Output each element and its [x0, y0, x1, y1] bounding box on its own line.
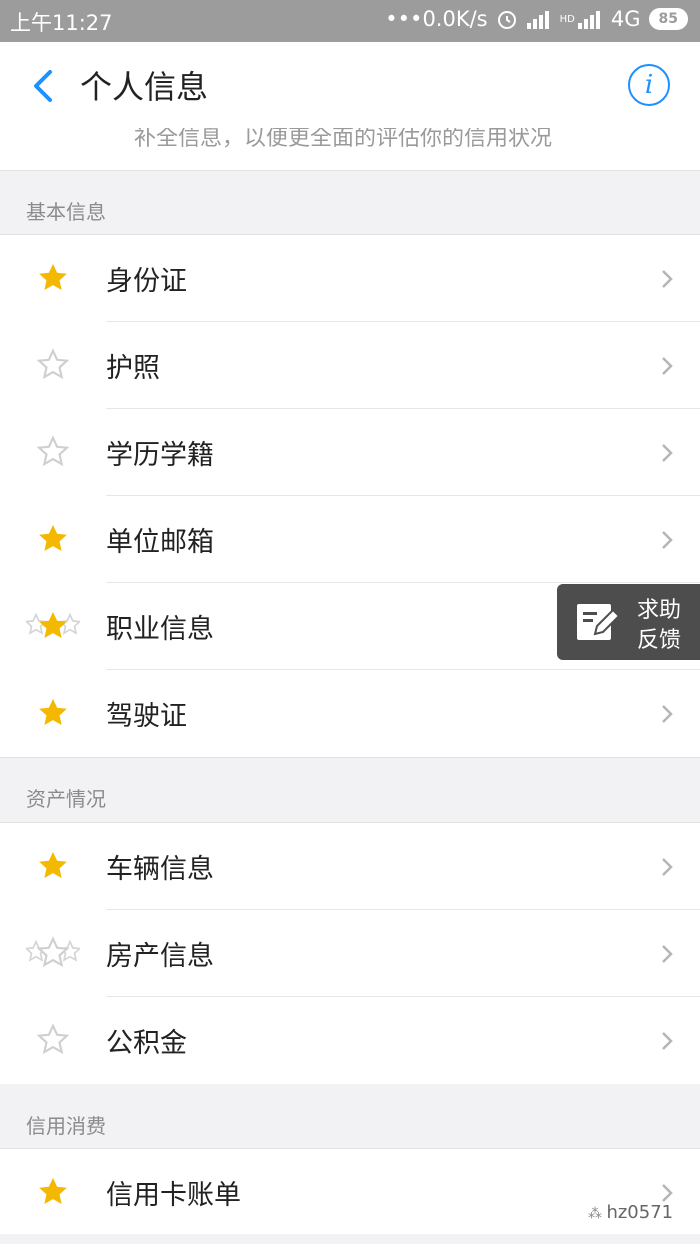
edit-note-icon [577, 604, 621, 640]
list-item-label: 护照 [106, 353, 160, 384]
network-speed: •••0.0K/s [385, 7, 488, 31]
chevron-right-icon [662, 705, 673, 723]
help-feedback-button[interactable]: 求助 反馈 [557, 584, 700, 660]
star-filled-icon [39, 263, 67, 291]
star-empty-icon [36, 348, 70, 380]
section-label: 资产情况 [26, 787, 106, 811]
list-item-work-email[interactable]: 单位邮箱 [0, 496, 700, 583]
chevron-right-icon [662, 1032, 673, 1050]
star-filled-icon [39, 698, 67, 726]
wechat-icon: ⁂ [588, 1206, 607, 1222]
list-item-label: 学历学籍 [106, 440, 214, 471]
chevron-right-icon [662, 945, 673, 963]
list-item-label: 驾驶证 [106, 701, 187, 732]
star-empty-icon [36, 1023, 70, 1055]
hint-text: 补全信息，以便更全面的评估你的信用状况 [134, 128, 553, 151]
star-filled-icon [39, 1177, 67, 1205]
list-item-label: 房产信息 [106, 941, 214, 972]
section-label: 信用消费 [26, 1114, 106, 1138]
section-basic-list: 身份证 护照 学历学籍 单位邮箱 职业信息 驾驶证 [0, 234, 700, 758]
list-item-label: 车辆信息 [106, 854, 214, 885]
nav-bar: 个人信息 i [0, 42, 700, 129]
chevron-right-icon [662, 1184, 673, 1202]
chevron-right-icon [662, 444, 673, 462]
star-filled-icon [39, 524, 67, 552]
signal-icon [526, 11, 549, 29]
list-item-passport[interactable]: 护照 [0, 322, 700, 409]
list-item-label: 单位邮箱 [106, 527, 214, 558]
star-multi-empty-icon [26, 936, 80, 968]
back-arrow-icon[interactable] [24, 66, 60, 106]
star-empty-icon [36, 435, 70, 467]
signal-icon-2 [577, 11, 600, 29]
chevron-right-icon [662, 858, 673, 876]
list-item-vehicle[interactable]: 车辆信息 [0, 823, 700, 910]
hint-text-container: 补全信息，以便更全面的评估你的信用状况 [0, 128, 700, 171]
list-item-housing-fund[interactable]: 公积金 [0, 997, 700, 1084]
alarm-icon [497, 11, 516, 29]
list-item-property[interactable]: 房产信息 [0, 910, 700, 997]
section-assets-list: 车辆信息 房产信息 公积金 [0, 822, 700, 1085]
hd-label: HD [559, 13, 575, 25]
list-item-id-card[interactable]: 身份证 [0, 235, 700, 322]
section-header-assets: 资产情况 [0, 758, 700, 822]
fab-label-line2: 反馈 [637, 628, 682, 653]
section-label: 基本信息 [26, 200, 106, 224]
chevron-right-icon [662, 531, 673, 549]
list-item-label: 信用卡账单 [106, 1180, 241, 1211]
info-icon[interactable]: i [628, 64, 670, 106]
status-time: 上午11:27 [10, 11, 113, 35]
list-item-label: 职业信息 [106, 614, 214, 645]
chevron-right-icon [662, 270, 673, 288]
fab-label-line1: 求助 [637, 598, 682, 623]
star-multi-icon [26, 611, 80, 639]
chevron-right-icon [662, 357, 673, 375]
page-title: 个人信息 [80, 68, 209, 106]
status-bar: 上午11:27 •••0.0K/s HD 4G 85 [0, 0, 700, 42]
list-item-label: 身份证 [106, 266, 187, 297]
star-filled-icon [39, 851, 67, 879]
battery-icon: 85 [648, 8, 688, 30]
section-header-basic: 基本信息 [0, 171, 700, 234]
list-item-driver-license[interactable]: 驾驶证 [0, 670, 700, 757]
list-item-education[interactable]: 学历学籍 [0, 409, 700, 496]
network-type: 4G [610, 7, 641, 31]
watermark: ⁂ hz0571 [588, 1202, 673, 1223]
watermark-text: hz0571 [606, 1202, 674, 1223]
section-credit-list: 信用卡账单 [0, 1148, 700, 1237]
list-item-label: 公积金 [106, 1028, 187, 1059]
section-header-credit: 信用消费 [0, 1084, 700, 1148]
status-icons: •••0.0K/s HD 4G 85 [385, 7, 688, 31]
bottom-divider [0, 1234, 700, 1244]
